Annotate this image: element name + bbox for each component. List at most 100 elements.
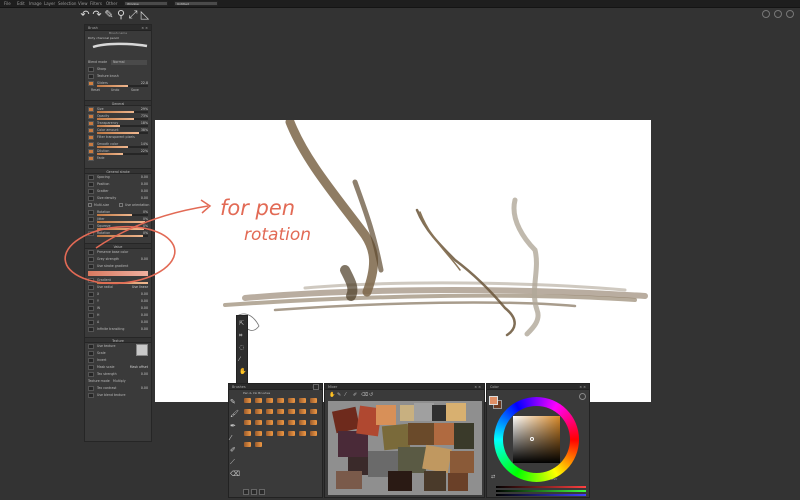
mixer-clear-icon[interactable]: ↺ <box>369 392 373 398</box>
green-slider[interactable] <box>496 490 586 492</box>
brush-preset-icon[interactable] <box>308 407 318 416</box>
brush-preset-icon[interactable] <box>286 429 296 438</box>
gradient-param-row-5[interactable]: A 0.00 <box>85 319 151 326</box>
brush-preset-icon[interactable] <box>275 429 285 438</box>
brush-preset-icon[interactable] <box>286 418 296 427</box>
brush-preset-icon[interactable] <box>242 407 252 416</box>
mixer-erase-icon[interactable]: ⌫ <box>361 392 368 398</box>
brush-preset-icon[interactable] <box>275 396 285 405</box>
mixer-blend-icon[interactable]: ✐ <box>353 392 357 398</box>
duplicate-brush-icon[interactable] <box>251 489 257 495</box>
document-select[interactable]: Untitled <box>174 1 218 6</box>
brush-preset-icon[interactable] <box>286 407 296 416</box>
texture-tail-row-0[interactable]: Tex contrast 0.00 <box>85 385 151 392</box>
brush-category-icon[interactable]: 🖌 <box>230 410 239 418</box>
mixer-canvas[interactable] <box>328 401 482 495</box>
menu-view[interactable]: View <box>78 1 88 6</box>
gradient-param-row-0[interactable]: Use radial Use linear <box>85 284 151 291</box>
stroke-row-1[interactable]: Position 0.00 <box>85 181 151 188</box>
pencil-icon[interactable]: ✎ <box>104 9 114 21</box>
close-icon[interactable] <box>786 10 794 18</box>
mixer-pick-icon[interactable]: ⁄ <box>345 392 346 398</box>
brush-preset-icon[interactable] <box>253 418 263 427</box>
menu-image[interactable]: Image <box>29 1 42 6</box>
brush-preset-icon[interactable] <box>242 440 252 449</box>
brush-preset-icon[interactable] <box>275 418 285 427</box>
maximize-icon[interactable] <box>774 10 782 18</box>
undo-button[interactable]: Undo <box>111 87 119 94</box>
color-picker-cursor[interactable] <box>530 437 534 441</box>
eraser-category-icon[interactable]: ⌫ <box>230 470 240 478</box>
stroke-gradient-bar[interactable] <box>88 271 148 276</box>
general-row-2[interactable]: Transparency 18% <box>85 120 151 127</box>
brush-preset-icon[interactable] <box>253 429 263 438</box>
brush-preset-icon[interactable] <box>297 429 307 438</box>
mixer-brush-icon[interactable]: ✎ <box>337 392 341 398</box>
rotation-row-3[interactable]: Rotation 0% <box>85 230 151 237</box>
brush-preset-icon[interactable] <box>264 396 274 405</box>
menu-other[interactable]: Other <box>106 1 117 6</box>
general-row-7[interactable]: Fade <box>85 155 151 162</box>
brush-preset-icon[interactable] <box>264 429 274 438</box>
general-row-4[interactable]: Filter transparent pixels <box>85 134 151 141</box>
window-select[interactable]: Window <box>124 1 168 6</box>
menu-selection[interactable]: Selection <box>58 1 76 6</box>
brushes-settings-icon[interactable] <box>313 384 319 390</box>
menu-edit[interactable]: Edit <box>17 1 25 6</box>
stroke-row-0[interactable]: Spacing 0.00 <box>85 174 151 181</box>
brush-preset-icon[interactable] <box>242 396 252 405</box>
texture-row-1[interactable]: Scale <box>85 350 151 357</box>
texture-tail-row-1[interactable]: Use blend texture <box>85 392 151 399</box>
sharp-row[interactable]: Sharp <box>85 66 151 73</box>
reset-button[interactable]: Reset <box>91 87 100 94</box>
texture-row-2[interactable]: Invert <box>85 357 151 364</box>
brush-preset-icon[interactable] <box>308 396 318 405</box>
gradient-param-row-6[interactable]: Infinite transiting 0.00 <box>85 326 151 333</box>
brush-preset-icon[interactable] <box>253 407 263 416</box>
texture-mode-row[interactable]: Texture mode Multiply <box>85 378 151 385</box>
value-row-2[interactable]: Use stroke gradient <box>85 263 151 270</box>
general-row-0[interactable]: Size 29% <box>85 106 151 113</box>
marker-category-icon[interactable]: ✐ <box>230 446 236 454</box>
gradient-param-row-1[interactable]: X 0.00 <box>85 291 151 298</box>
menu-filters[interactable]: Filters <box>90 1 102 6</box>
lasso-tool-icon[interactable]: ◌ <box>239 344 244 351</box>
use-orientation-check[interactable]: Use orientation <box>119 202 149 209</box>
stroke-row-2[interactable]: Scatter 0.00 <box>85 188 151 195</box>
color-options-icon[interactable] <box>579 393 586 400</box>
panel-close-icon[interactable]: × × <box>141 25 148 31</box>
gradient-row[interactable]: Gradient <box>85 277 151 284</box>
gradient-param-row-2[interactable]: Y 0.00 <box>85 298 151 305</box>
general-row-3[interactable]: Color amount 38% <box>85 127 151 134</box>
pencil-category-icon[interactable]: ✎ <box>230 398 236 406</box>
value-row-0[interactable]: Preserve base color <box>85 249 151 256</box>
gradient-param-row-4[interactable]: H 0.00 <box>85 312 151 319</box>
brush-preset-icon[interactable] <box>308 418 318 427</box>
color-panel-close-icon[interactable]: × × <box>579 384 586 390</box>
brush-preset-icon[interactable] <box>308 429 318 438</box>
ruler-icon[interactable]: ◺ <box>140 9 150 21</box>
blue-slider[interactable] <box>496 494 586 496</box>
rotation-row-slider[interactable] <box>97 235 148 237</box>
primary-color-swatch[interactable] <box>489 396 498 405</box>
brush-preset-icon[interactable] <box>286 396 296 405</box>
minimize-icon[interactable] <box>762 10 770 18</box>
general-row-6[interactable]: Dilution 22% <box>85 148 151 155</box>
redo-icon[interactable]: ↷ <box>92 9 102 21</box>
menu-file[interactable]: File <box>4 1 11 6</box>
eyedropper-tool-icon[interactable]: ⁄ <box>239 356 240 363</box>
sliders-row[interactable]: Sliders 22.8 <box>85 80 151 87</box>
undo-icon[interactable]: ↶ <box>80 9 90 21</box>
stroke-row-3[interactable]: Size density 0.00 <box>85 195 151 202</box>
brush-preset-icon[interactable] <box>264 407 274 416</box>
pen-category-icon[interactable]: ✒ <box>230 422 236 430</box>
delete-brush-icon[interactable] <box>259 489 265 495</box>
multi-size-check[interactable]: Multi-size <box>88 203 109 207</box>
brush-preset-icon[interactable] <box>264 418 274 427</box>
crop-tool-icon[interactable]: ⌗ <box>239 332 242 340</box>
mixer-panel-close-icon[interactable]: × × <box>474 384 481 390</box>
brush-preset-icon[interactable] <box>275 407 285 416</box>
brush-preset-icon[interactable] <box>253 440 263 449</box>
hand-tool-icon[interactable]: ✋ <box>239 368 246 375</box>
rotation-row-0[interactable]: Rotation 0% <box>85 209 151 216</box>
